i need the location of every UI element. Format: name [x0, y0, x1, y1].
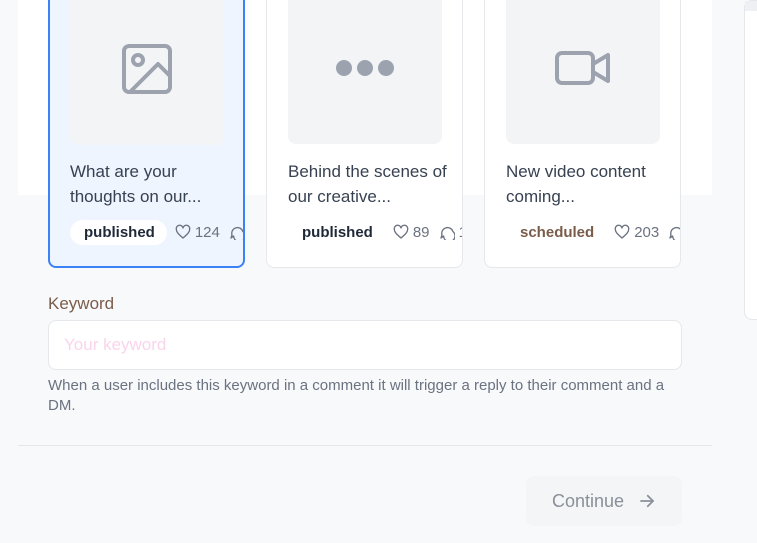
post-meta: published 89 12 — [288, 219, 462, 245]
comments-count: 34 — [668, 224, 680, 241]
continue-button[interactable]: Continue — [526, 476, 682, 526]
video-icon — [555, 50, 610, 85]
post-caption: Behind the scenes of our creative... — [288, 162, 447, 206]
post-selector-panel: What are your thoughts on our... publish… — [18, 0, 712, 268]
likes-value: 203 — [634, 223, 660, 241]
likes-value: 124 — [194, 223, 220, 241]
post-card-2[interactable]: Behind the scenes of our creative... pub… — [266, 0, 463, 268]
post-meta: scheduled 203 34 — [506, 219, 680, 245]
continue-label: Continue — [551, 490, 625, 511]
section-divider — [18, 445, 712, 446]
status-badge: published — [70, 219, 167, 245]
keyword-input[interactable] — [48, 320, 682, 370]
post-card-1[interactable]: What are your thoughts on our... publish… — [48, 0, 245, 268]
comments-value: 12 — [459, 224, 462, 241]
likes-count: 124 — [175, 224, 220, 241]
likes-value: 89 — [412, 223, 430, 241]
status-badge: published — [302, 223, 373, 241]
post-thumbnail — [70, 0, 224, 145]
post-thumbnail — [288, 0, 442, 144]
comments-count: 12 — [439, 224, 462, 241]
side-panel-header — [745, 1, 757, 11]
post-caption: What are your thoughts on our... — [70, 162, 202, 206]
comment-icon — [439, 226, 455, 240]
keyword-help-text: When a user includes this keyword in a c… — [48, 377, 665, 414]
comment-icon — [230, 226, 243, 240]
post-card-3[interactable]: New video content coming... scheduled 20… — [484, 0, 681, 268]
heart-icon — [393, 224, 409, 239]
status-badge: scheduled — [520, 223, 595, 241]
post-caption: New video content coming... — [506, 162, 646, 206]
heart-icon — [175, 224, 191, 239]
heart-icon — [614, 224, 630, 239]
image-icon — [122, 43, 172, 94]
likes-count: 89 — [393, 224, 430, 241]
side-panel-edge — [744, 0, 757, 320]
keyword-label: Keyword — [48, 294, 115, 313]
arrow-right-icon — [640, 494, 654, 508]
likes-count: 203 — [614, 224, 659, 241]
comments-count: 18 — [229, 224, 243, 241]
more-dots-icon — [336, 59, 394, 76]
post-thumbnail — [506, 0, 660, 144]
comment-icon — [669, 226, 680, 240]
post-meta: published 124 18 — [70, 219, 243, 245]
